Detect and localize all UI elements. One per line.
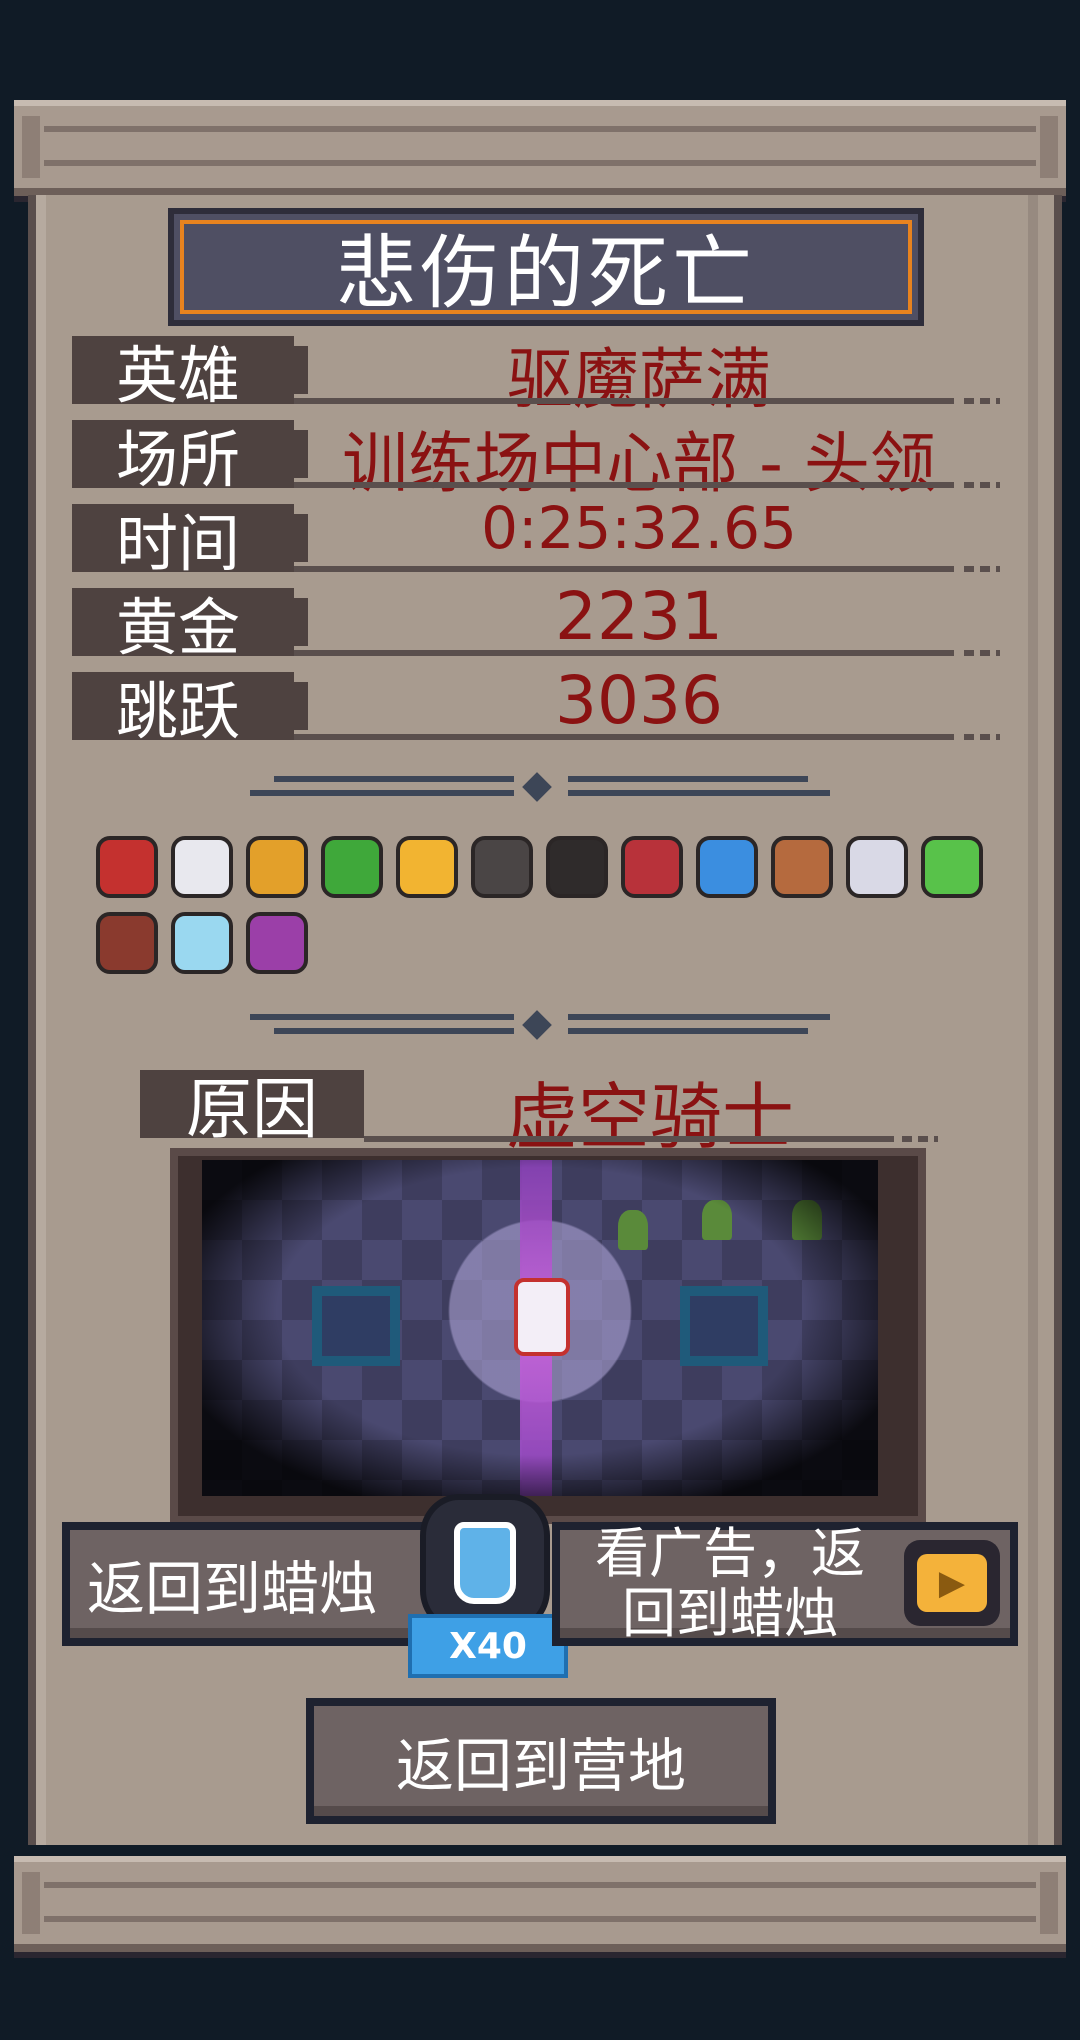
green-leaf-icon: [921, 836, 983, 898]
gold-label: 黄金: [72, 588, 308, 664]
return-to-candle-button[interactable]: 返回到蜡烛: [62, 1522, 442, 1646]
location-value: 训练场中心部 - 头领: [342, 425, 936, 502]
return-to-camp-button[interactable]: 返回到营地: [306, 1698, 776, 1824]
dark-ring-icon: [546, 836, 608, 898]
purple-cross-icon: [246, 912, 308, 974]
gold-value: 2231: [555, 578, 723, 655]
red-bomb-icon: [621, 836, 683, 898]
ornament-divider: [250, 1010, 830, 1040]
four-leaf-clover-icon: [321, 836, 383, 898]
dark-rock-icon: [471, 836, 533, 898]
bone-icon: [846, 836, 908, 898]
video-ad-icon: ▶: [904, 1540, 1000, 1626]
hero-label: 英雄: [72, 336, 308, 412]
death-replay-image: [202, 1160, 878, 1496]
white-stone-icon: [171, 836, 233, 898]
golden-boot-icon: [246, 836, 308, 898]
jumps-value: 3036: [555, 662, 723, 739]
candle-cost-badge: X40: [408, 1614, 568, 1678]
blue-ghost-icon: [696, 836, 758, 898]
jumps-label: 跳跃: [72, 672, 308, 748]
bottom-scroll-rod: [14, 1856, 1066, 1952]
hero-value: 驱魔萨满: [507, 341, 771, 418]
ad-return-line1: 看广告，返: [595, 1522, 865, 1585]
bread-icon: [771, 836, 833, 898]
red-orb-icon: [96, 836, 158, 898]
ornament-divider: [250, 772, 830, 802]
potion-icon: [420, 1494, 550, 1632]
top-scroll-rod: [14, 100, 1066, 196]
cause-label: 原因: [140, 1070, 364, 1148]
ad-return-line2: 回到蜡烛: [622, 1582, 838, 1645]
time-value: 0:25:32.65: [481, 494, 797, 562]
golden-diamond-icon: [396, 836, 458, 898]
time-label: 时间: [72, 504, 308, 580]
location-label: 场所: [72, 420, 308, 496]
death-title: 悲伤的死亡: [168, 208, 924, 326]
return-to-camp-label: 返回到营地: [395, 1732, 686, 1800]
treasure-chest-icon: [96, 912, 158, 974]
blue-book-icon: [171, 912, 233, 974]
return-to-candle-label: 返回到蜡烛: [86, 1555, 377, 1623]
